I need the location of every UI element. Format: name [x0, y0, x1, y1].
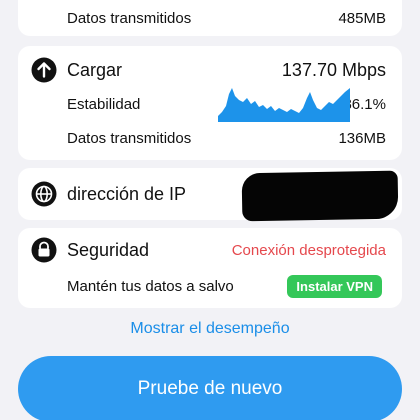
security-status: Conexión desprotegida	[231, 241, 386, 259]
upload-title: Cargar	[67, 59, 123, 80]
ip-card: dirección de IP	[18, 168, 402, 222]
upload-transmitted-value: 136MB	[338, 129, 386, 147]
show-performance-link[interactable]: Mostrar el desempeño	[0, 320, 420, 338]
upload-transmitted-label: Datos transmitidos	[67, 129, 192, 147]
globe-icon	[31, 181, 57, 207]
security-title: Seguridad	[67, 239, 150, 260]
security-header-row: Seguridad Conexión desprotegida	[18, 236, 402, 264]
stability-sparkline-area	[218, 88, 350, 122]
upload-card: Cargar 137.70 Mbps Estabilidad 86.1% Dat…	[18, 46, 402, 160]
stability-sparkline	[218, 88, 350, 122]
upload-speed: 137.70 Mbps	[281, 59, 386, 80]
stability-label: Estabilidad	[67, 95, 141, 113]
security-tip: Mantén tus datos a salvo	[67, 277, 234, 295]
security-tip-row: Mantén tus datos a salvo Instalar VPN	[18, 272, 402, 300]
download-transmitted-label: Datos transmitidos	[67, 9, 192, 27]
ip-title: dirección de IP	[67, 183, 187, 204]
arrow-up-circle-icon	[31, 57, 57, 83]
upload-transmitted-row: Datos transmitidos 136MB	[18, 124, 402, 152]
upload-header-row: Cargar 137.70 Mbps	[18, 56, 402, 84]
download-transmitted-row: Datos transmitidos 485MB	[18, 4, 402, 32]
retry-button[interactable]: Pruebe de nuevo	[18, 356, 402, 420]
install-vpn-button[interactable]: Instalar VPN	[287, 274, 382, 298]
security-card: Seguridad Conexión desprotegida Mantén t…	[18, 228, 402, 308]
download-card: Datos transmitidos 485MB	[18, 0, 402, 36]
download-transmitted-value: 485MB	[338, 9, 386, 27]
ip-redaction	[241, 170, 399, 222]
lock-icon	[31, 237, 57, 263]
